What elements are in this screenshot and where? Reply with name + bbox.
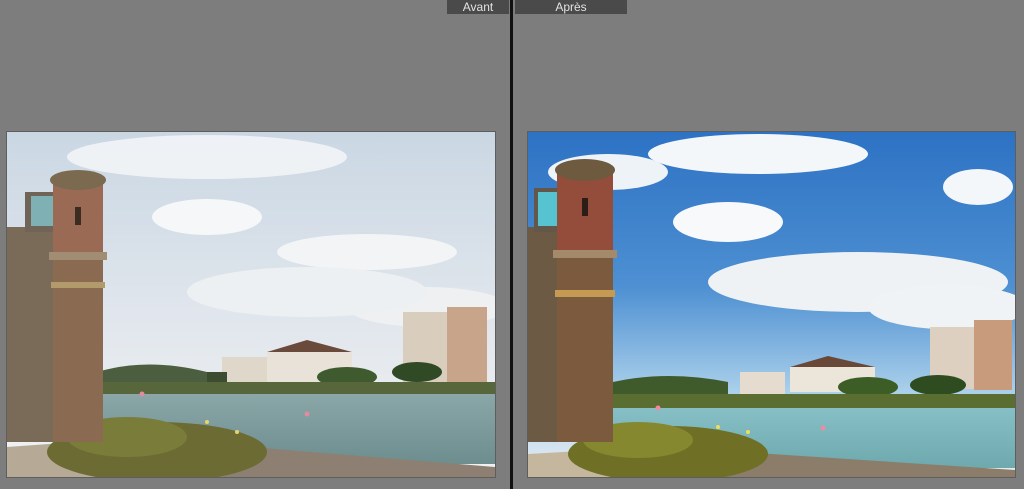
photo-after-icon	[528, 132, 1015, 477]
after-pane[interactable]: Après	[513, 0, 1024, 489]
before-photo[interactable]	[6, 131, 496, 478]
before-pane[interactable]: Avant	[0, 0, 510, 489]
before-label: Avant	[447, 0, 509, 14]
before-after-compare-view: Avant Après	[0, 0, 1024, 489]
photo-before-icon	[7, 132, 495, 477]
after-photo[interactable]	[527, 131, 1016, 478]
after-label: Après	[515, 0, 627, 14]
